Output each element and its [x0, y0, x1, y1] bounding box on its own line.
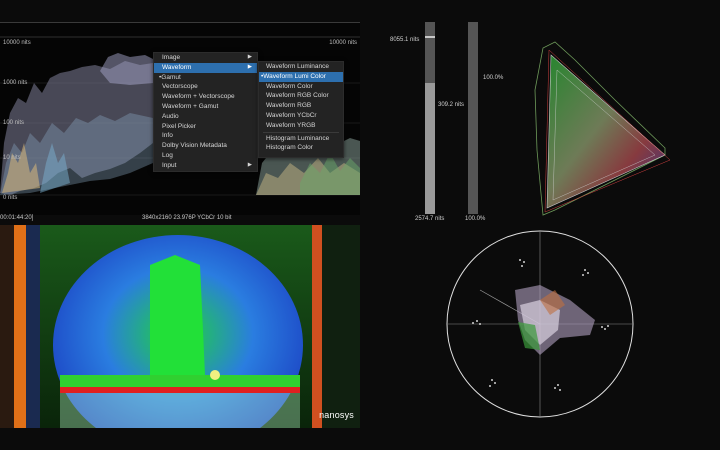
nits-label-top-left: 10000 nits	[3, 40, 31, 46]
status-bar: 00:01:44:20] 3840x2160 23.976P YCbCr 10 …	[0, 214, 360, 223]
waveform-submenu[interactable]: Waveform Luminance •Waveform Lumi Color …	[258, 61, 344, 158]
brand-logo: nanosys	[319, 410, 354, 420]
nits-label-1000: 1000 nits	[3, 80, 28, 86]
context-menu[interactable]: Image ▶ Waveform ▶ •Gamut Vectorscope Wave…	[153, 52, 258, 172]
vectorscope-panel	[440, 230, 640, 420]
submenu-item-waveform-lumi-color[interactable]: •Waveform Lumi Color	[259, 71, 343, 82]
submenu-item-waveform-rgb-color[interactable]: Waveform RGB Color	[259, 91, 343, 101]
vectorscope-graph	[446, 230, 634, 418]
max-nits-meter-fill	[425, 83, 435, 214]
menu-item-waveform-gamut[interactable]: Waveform + Gamut	[154, 102, 257, 112]
nits-label-top-right: 10000 nits	[329, 40, 357, 46]
submenu-item-waveform-color[interactable]: Waveform Color	[259, 82, 343, 92]
menu-item-log[interactable]: Log	[154, 151, 257, 161]
menu-item-image[interactable]: Image ▶	[154, 53, 257, 63]
chevron-right-icon: ▶	[247, 161, 252, 168]
menu-item-audio[interactable]: Audio	[154, 112, 257, 122]
timecode: 00:01:44:20]	[0, 215, 34, 221]
false-color-image	[0, 225, 360, 428]
menu-item-dolby-vision-metadata[interactable]: Dolby Vision Metadata	[154, 141, 257, 151]
menu-item-input[interactable]: Input ▶	[154, 161, 257, 171]
menu-item-waveform[interactable]: Waveform ▶	[154, 62, 257, 73]
video-format: 3840x2160 23.976P YCbCr 10 bit	[142, 215, 232, 221]
gamut-chart	[534, 41, 671, 216]
submenu-item-waveform-yrgb[interactable]: Waveform YRGB	[259, 121, 343, 131]
nits-label-10: 10 nits	[3, 155, 21, 161]
menu-item-vectorscope[interactable]: Vectorscope	[154, 82, 257, 92]
percent-top-value: 100.0%	[483, 75, 504, 81]
submenu-item-waveform-luminance[interactable]: Waveform Luminance	[259, 62, 343, 72]
percent-bottom-value: 100.0%	[465, 216, 486, 222]
min-nits-value: 2574.7 nits	[415, 216, 445, 222]
menu-item-info[interactable]: Info	[154, 131, 257, 141]
menu-separator	[263, 131, 339, 133]
submenu-item-waveform-ycbcr[interactable]: Waveform YCbCr	[259, 111, 343, 121]
chevron-right-icon: ▶	[247, 63, 252, 70]
submenu-item-waveform-rgb[interactable]: Waveform RGB	[259, 101, 343, 111]
nits-label-0: 0 nits	[3, 195, 18, 201]
nits-label-100: 100 nits	[3, 120, 25, 126]
max-nits-marker	[425, 36, 435, 38]
menu-item-pixel-picker[interactable]: Pixel Picker	[154, 122, 257, 132]
max-nits-meter	[425, 22, 435, 214]
submenu-item-histogram-luminance[interactable]: Histogram Luminance	[259, 134, 343, 144]
chevron-right-icon: ▶	[247, 54, 252, 60]
video-image-panel: nanosys	[0, 225, 360, 428]
menu-item-waveform-vectorscope[interactable]: Waveform + Vectorscope	[154, 92, 257, 102]
gamut-panel	[515, 30, 685, 225]
luminance-meter-panel: 8055.1 nits 309.2 nits 100.0% 2574.7 nit…	[380, 22, 510, 224]
avg-nits-value: 309.2 nits	[438, 102, 465, 108]
submenu-item-histogram-color[interactable]: Histogram Color	[259, 143, 343, 153]
menu-item-gamut[interactable]: •Gamut	[154, 73, 257, 83]
percent-meter	[468, 22, 478, 214]
max-nits-value: 8055.1 nits	[390, 37, 420, 43]
